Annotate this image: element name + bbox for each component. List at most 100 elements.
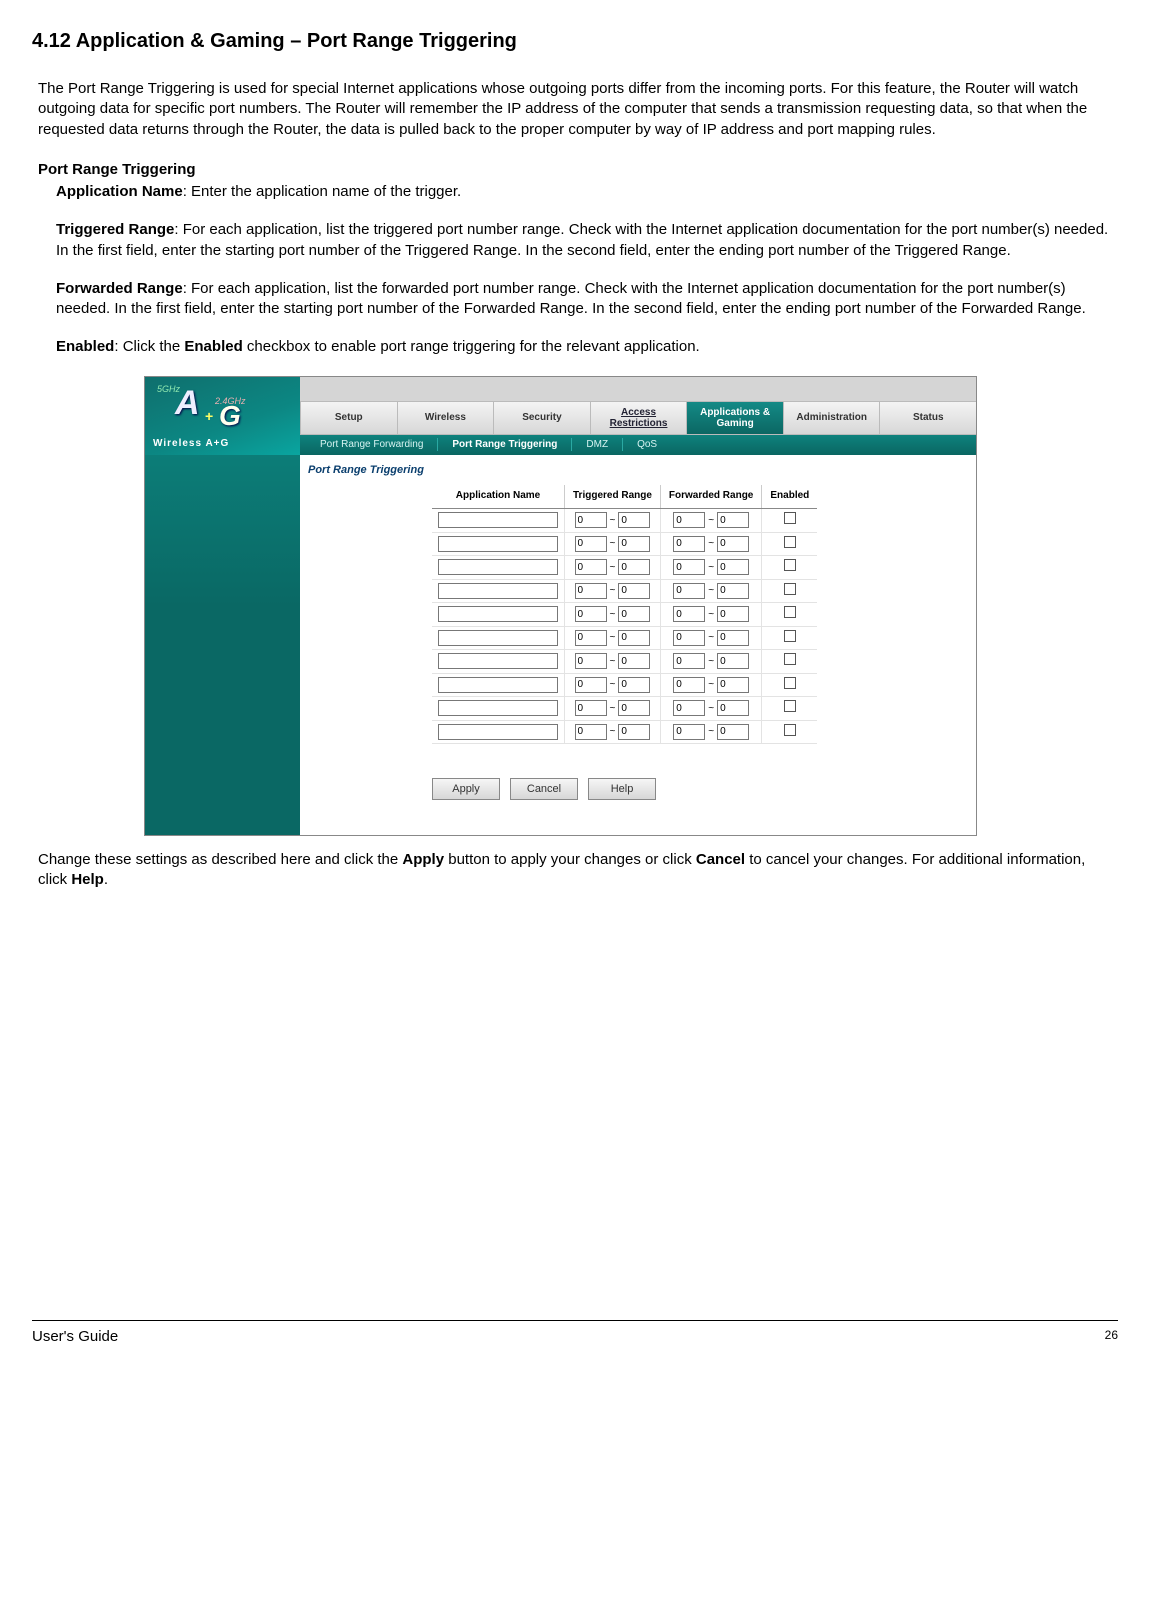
forwarded-end-input[interactable] (717, 677, 749, 693)
triggered-end-input[interactable] (618, 724, 650, 740)
enabled-checkbox[interactable] (784, 700, 796, 712)
forwarded-end-input[interactable] (717, 512, 749, 528)
cancel-button[interactable]: Cancel (510, 778, 578, 800)
triggered-end-input[interactable] (618, 700, 650, 716)
application-name-input[interactable] (438, 700, 558, 716)
enabled-checkbox[interactable] (784, 606, 796, 618)
panel-title: Port Range Triggering (300, 455, 962, 479)
closing-apply: Apply (402, 851, 444, 868)
main-tab-security[interactable]: Security (493, 401, 590, 435)
enabled-checkbox[interactable] (784, 536, 796, 548)
triggered-end-input[interactable] (618, 653, 650, 669)
triggered-start-input[interactable] (575, 536, 607, 552)
enabled-checkbox[interactable] (784, 630, 796, 642)
main-tab-status[interactable]: Status (879, 401, 976, 435)
application-name-input[interactable] (438, 724, 558, 740)
triggered-end-input[interactable] (618, 606, 650, 622)
sub-tab-dmz[interactable]: DMZ (571, 438, 622, 452)
triggered-start-input[interactable] (575, 559, 607, 575)
main-tab-administration[interactable]: Administration (783, 401, 880, 435)
range-separator: ~ (705, 585, 717, 596)
range-separator: ~ (607, 515, 619, 526)
col-application-name: Application Name (432, 485, 565, 509)
enabled-checkbox[interactable] (784, 583, 796, 595)
sub-tab-port-range-triggering[interactable]: Port Range Triggering (437, 438, 571, 452)
forwarded-end-input[interactable] (717, 583, 749, 599)
table-row: ~~ (432, 556, 817, 580)
help-button[interactable]: Help (588, 778, 656, 800)
main-tab-wireless[interactable]: Wireless (397, 401, 494, 435)
range-separator: ~ (607, 726, 619, 737)
triggered-start-input[interactable] (575, 677, 607, 693)
triggered-end-input[interactable] (618, 559, 650, 575)
range-separator: ~ (607, 538, 619, 549)
enabled-checkbox[interactable] (784, 653, 796, 665)
triggered-start-input[interactable] (575, 512, 607, 528)
application-name-input[interactable] (438, 583, 558, 599)
forwarded-end-input[interactable] (717, 653, 749, 669)
enabled-checkbox[interactable] (784, 559, 796, 571)
forwarded-start-input[interactable] (673, 583, 705, 599)
forwarded-start-input[interactable] (673, 724, 705, 740)
application-name-input[interactable] (438, 606, 558, 622)
sub-tab-qos[interactable]: QoS (622, 438, 671, 452)
table-row: ~~ (432, 579, 817, 603)
application-name-input[interactable] (438, 536, 558, 552)
table-row: ~~ (432, 532, 817, 556)
forwarded-start-input[interactable] (673, 653, 705, 669)
enabled-checkbox[interactable] (784, 724, 796, 736)
range-separator: ~ (607, 609, 619, 620)
triggered-end-input[interactable] (618, 583, 650, 599)
port-range-triggering-label: Port Range Triggering (38, 160, 1118, 180)
forwarded-start-input[interactable] (673, 536, 705, 552)
main-tab-applications-gaming[interactable]: Applications & Gaming (686, 401, 783, 435)
enabled-checkbox[interactable] (784, 677, 796, 689)
forwarded-start-input[interactable] (673, 677, 705, 693)
triggered-end-input[interactable] (618, 512, 650, 528)
application-name-input[interactable] (438, 653, 558, 669)
triggered-start-input[interactable] (575, 724, 607, 740)
application-name-input[interactable] (438, 677, 558, 693)
triggered-end-input[interactable] (618, 677, 650, 693)
range-separator: ~ (607, 656, 619, 667)
range-separator: ~ (705, 632, 717, 643)
forwarded-start-input[interactable] (673, 559, 705, 575)
triggered-start-input[interactable] (575, 653, 607, 669)
triggered-end-input[interactable] (618, 630, 650, 646)
port-trigger-table: Application NameTriggered RangeForwarded… (432, 485, 817, 745)
sub-tab-port-range-forwarding[interactable]: Port Range Forwarding (300, 438, 437, 452)
forwarded-end-input[interactable] (717, 559, 749, 575)
forwarded-start-input[interactable] (673, 606, 705, 622)
router-ui-header: 5GHz A + G 2.4GHz Wireless A+G SetupWire… (145, 377, 976, 455)
application-name-input[interactable] (438, 630, 558, 646)
range-separator: ~ (705, 656, 717, 667)
footer-guide-label: User's Guide (32, 1327, 118, 1347)
forwarded-end-input[interactable] (717, 606, 749, 622)
main-tab-access-restrictions[interactable]: Access Restrictions (590, 401, 687, 435)
main-tab-setup[interactable]: Setup (300, 401, 397, 435)
forwarded-end-input[interactable] (717, 700, 749, 716)
range-separator: ~ (607, 703, 619, 714)
forwarded-end-input[interactable] (717, 724, 749, 740)
triggered-start-input[interactable] (575, 606, 607, 622)
term-triggered-range: Triggered Range (56, 221, 174, 238)
text-enabled-pre: : Click the (114, 338, 184, 355)
table-row: ~~ (432, 603, 817, 627)
range-separator: ~ (607, 632, 619, 643)
forwarded-end-input[interactable] (717, 630, 749, 646)
sub-tab-bar: Port Range ForwardingPort Range Triggeri… (300, 435, 976, 455)
forwarded-start-input[interactable] (673, 630, 705, 646)
router-logo: 5GHz A + G 2.4GHz Wireless A+G (145, 377, 300, 455)
table-row: ~~ (432, 650, 817, 674)
forwarded-start-input[interactable] (673, 700, 705, 716)
triggered-start-input[interactable] (575, 630, 607, 646)
triggered-start-input[interactable] (575, 583, 607, 599)
triggered-end-input[interactable] (618, 536, 650, 552)
triggered-start-input[interactable] (575, 700, 607, 716)
enabled-checkbox[interactable] (784, 512, 796, 524)
application-name-input[interactable] (438, 512, 558, 528)
forwarded-start-input[interactable] (673, 512, 705, 528)
application-name-input[interactable] (438, 559, 558, 575)
apply-button[interactable]: Apply (432, 778, 500, 800)
forwarded-end-input[interactable] (717, 536, 749, 552)
